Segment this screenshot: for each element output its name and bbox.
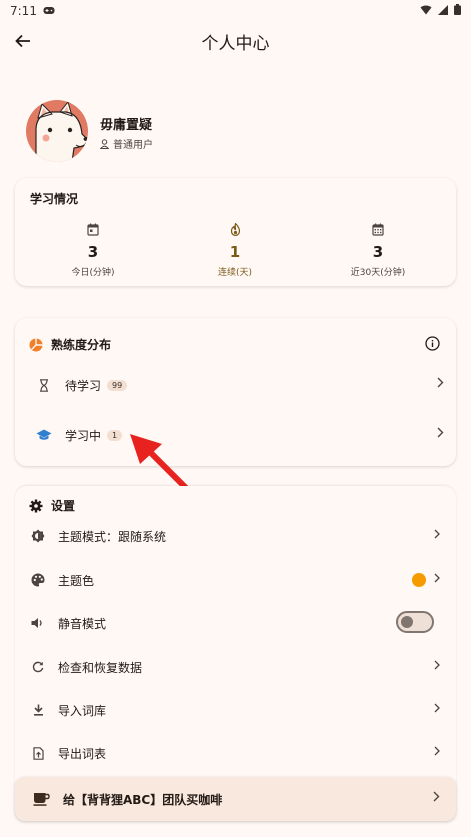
mute-toggle[interactable]: [396, 611, 434, 633]
coffee-cup-icon: [31, 792, 51, 806]
stat-label: 今日(分钟): [71, 268, 115, 278]
user-type: 普通用户: [100, 136, 153, 151]
profile-header: 毋庸置疑 普通用户: [26, 100, 446, 162]
proficiency-header: 熟练度分布: [29, 336, 111, 353]
pie-chart-icon: [29, 338, 43, 351]
file-upload-icon: [28, 746, 48, 760]
stat-value: 1: [229, 243, 241, 261]
settings-card: 设置 主题模式：跟随系统 主题色 静音模式 检查和恢复数据 导入词库 导出词表: [15, 486, 456, 786]
gamepad-icon: [43, 5, 55, 18]
chevron-right-icon: [437, 426, 444, 442]
flame-icon: [165, 223, 305, 239]
stat-label: 近30天(分钟): [350, 268, 406, 278]
person-icon: [100, 138, 109, 149]
proficiency-row-pending[interactable]: 待学习 99: [15, 362, 456, 408]
settings-header: 设置: [29, 497, 75, 514]
graduation-cap-icon: [33, 429, 55, 441]
settings-label: 检查和恢复数据: [58, 660, 143, 675]
refresh-icon: [28, 661, 48, 673]
stat-30days: 3 近30天(分钟): [308, 223, 448, 278]
page-title: 个人中心: [201, 34, 270, 54]
avatar[interactable]: [26, 100, 88, 162]
chevron-right-icon: [434, 527, 440, 543]
dog-avatar-icon: [35, 100, 88, 162]
chevron-right-icon: [437, 376, 444, 392]
settings-title: 设置: [51, 499, 76, 513]
settings-label: 导入词库: [58, 703, 107, 718]
settings-row-theme-color[interactable]: 主题色: [15, 560, 456, 600]
app-bar: 个人中心: [0, 22, 471, 60]
status-bar: 7:11: [0, 0, 471, 22]
volume-icon: [28, 617, 48, 629]
proficiency-title: 熟练度分布: [51, 338, 112, 352]
proficiency-card: 熟练度分布 待学习 99 学习中 1: [15, 318, 456, 466]
toggle-knob: [401, 616, 413, 628]
settings-label: 导出词表: [58, 746, 107, 761]
theme-color-swatch: [412, 573, 426, 587]
learning-stats-card: 学习情况 3 今日(分钟) 1 连续(天) 3 近30天(分钟): [15, 178, 456, 286]
user-type-label: 普通用户: [113, 140, 153, 151]
hourglass-icon: [33, 378, 55, 392]
chevron-right-icon: [434, 571, 440, 587]
wifi-icon: [420, 4, 432, 18]
username: 毋庸置疑: [100, 118, 153, 133]
stat-value: 3: [372, 243, 384, 261]
settings-label: 静音模式: [58, 616, 107, 631]
settings-row-import[interactable]: 导入词库: [15, 690, 456, 730]
calendar-day-icon: [23, 223, 163, 239]
stats-title: 学习情况: [30, 192, 79, 206]
buy-coffee-label: 给【背背狸ABC】团队买咖啡: [63, 792, 223, 807]
count-badge: 1: [107, 429, 123, 441]
buy-coffee-button[interactable]: 给【背背狸ABC】团队买咖啡: [15, 777, 456, 821]
battery-icon: [454, 4, 461, 18]
proficiency-label: 待学习: [65, 378, 102, 393]
gear-icon: [29, 499, 43, 512]
settings-row-mute[interactable]: 静音模式: [15, 603, 456, 643]
proficiency-label: 学习中: [65, 428, 102, 443]
stat-today: 3 今日(分钟): [23, 223, 163, 278]
count-badge: 99: [107, 379, 128, 391]
settings-label: 主题模式：跟随系统: [58, 529, 167, 544]
info-icon[interactable]: [425, 336, 440, 355]
stat-label: 连续(天): [217, 268, 253, 278]
stat-streak: 1 连续(天): [165, 223, 305, 278]
stat-value: 3: [87, 243, 99, 261]
settings-row-check-restore[interactable]: 检查和恢复数据: [15, 647, 456, 687]
palette-icon: [28, 573, 48, 587]
chevron-right-icon: [433, 790, 440, 806]
chevron-right-icon: [434, 658, 440, 674]
settings-row-export[interactable]: 导出词表: [15, 733, 456, 773]
status-time: 7:11: [10, 4, 37, 18]
signal-icon: [438, 4, 448, 18]
chevron-right-icon: [434, 744, 440, 760]
settings-row-theme-mode[interactable]: 主题模式：跟随系统: [15, 516, 456, 556]
calendar-month-icon: [308, 223, 448, 239]
brightness-icon: [28, 529, 48, 543]
settings-label: 主题色: [58, 573, 95, 588]
proficiency-row-learning[interactable]: 学习中 1: [15, 412, 456, 458]
download-icon: [28, 704, 48, 716]
chevron-right-icon: [434, 701, 440, 717]
